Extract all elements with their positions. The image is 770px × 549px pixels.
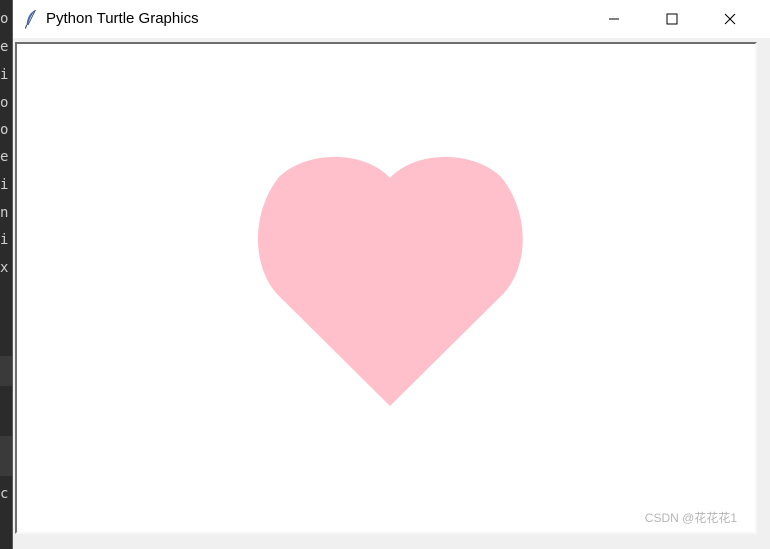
- terminal-char: n: [0, 205, 9, 221]
- window-title: Python Turtle Graphics: [46, 10, 199, 27]
- maximize-icon: [666, 13, 678, 25]
- terminal-char: i: [0, 177, 9, 193]
- terminal-char: x: [0, 260, 9, 276]
- terminal-char: c: [0, 486, 9, 502]
- terminal-char: o: [0, 11, 9, 27]
- terminal-char: o: [0, 95, 9, 111]
- terminal-char: i: [0, 232, 9, 248]
- close-button[interactable]: [701, 0, 759, 38]
- terminal-char: e: [0, 39, 9, 55]
- maximize-button[interactable]: [643, 0, 701, 38]
- terminal-char: e: [0, 149, 9, 165]
- turtle-canvas-frame: CSDN @花花花1: [15, 42, 757, 534]
- turtle-window: Python Turtle Graphics CSDN @花花花1: [12, 0, 770, 549]
- title-bar[interactable]: Python Turtle Graphics: [13, 0, 770, 38]
- minimize-button[interactable]: [585, 0, 643, 38]
- turtle-canvas[interactable]: [17, 44, 755, 532]
- close-icon: [724, 13, 736, 25]
- terminal-char: i: [0, 67, 9, 83]
- feather-icon: [25, 9, 36, 29]
- minimize-icon: [609, 18, 619, 20]
- watermark: CSDN @花花花1: [644, 511, 737, 525]
- terminal-char: o: [0, 122, 9, 138]
